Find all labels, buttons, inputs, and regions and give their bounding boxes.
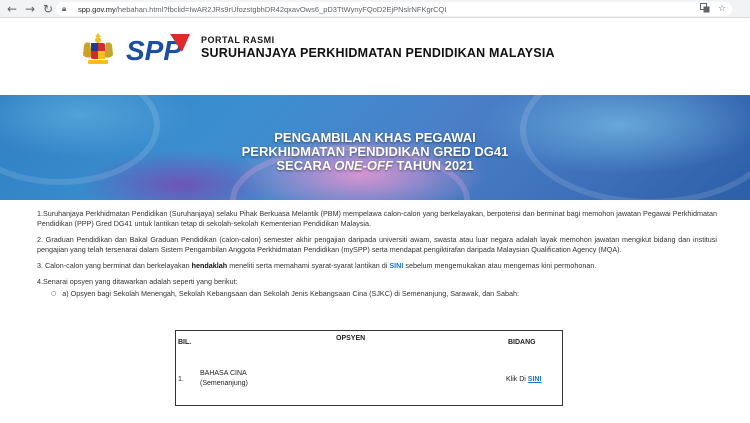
coat-of-arms-logo[interactable] (78, 31, 118, 67)
spp-logo[interactable]: SPP (124, 30, 194, 70)
address-bar[interactable]: 🔒︎ spp.gov.my/hebahan.html?fbclid=IwAR2J… (56, 2, 732, 16)
browser-toolbar: ← → ↻ 🔒︎ spp.gov.my/hebahan.html?fbclid=… (0, 0, 750, 18)
column-header-opsyen: OPSYEN (336, 335, 366, 342)
banner-line-3-emph: ONE-OFF (334, 158, 393, 173)
row-number: 1. (178, 376, 184, 383)
lock-icon[interactable]: 🔒︎ (62, 4, 74, 14)
star-icon[interactable]: ☆ (718, 4, 726, 14)
banner-line-3: SECARA ONE-OFF TAHUN 2021 (0, 159, 750, 173)
portal-label: PORTAL RASMI (201, 35, 275, 45)
column-header-bidang: BIDANG (508, 339, 536, 346)
banner-line-3-suffix: TAHUN 2021 (392, 158, 474, 173)
nav-buttons: ← → ↻ (0, 1, 56, 17)
p3-bold: hendaklah (191, 261, 228, 270)
row-bidang: Klik Di SINI (506, 376, 541, 383)
hero-banner: PENGAMBILAN KHAS PEGAWAI PERKHIDMATAN PE… (0, 95, 750, 200)
banner-line-2: PERKHIDMATAN PENDIDIKAN GRED DG41 (241, 144, 509, 159)
address-actions: ☆ (699, 2, 726, 16)
p3-text-a: 3. Calon-calon yang berminat dan berkela… (37, 261, 192, 270)
options-table: BIL. OPSYEN BIDANG 1. BAHASA CINA (Semen… (175, 330, 563, 406)
row-option-line-2: (Semenanjung) (200, 380, 248, 387)
bidang-link[interactable]: SINI (528, 376, 542, 383)
syarat-link[interactable]: SINI (389, 261, 403, 270)
url-path: /hebahan.html?fbclid=IwAR2JRs9rUfozstgbh… (115, 4, 447, 14)
announcement-content: 1.Suruhanjaya Perkhidmatan Pendidikan (S… (37, 209, 717, 299)
list-item: ○ a) Opsyen bagi Sekolah Menengah, Sekol… (37, 289, 717, 299)
forward-icon[interactable]: → (22, 1, 38, 17)
bullet-icon: ○ (51, 290, 57, 297)
row-option-name: BAHASA CINA (Semenanjung) (200, 369, 248, 389)
sub-item-a: a) Opsyen bagi Sekolah Menengah, Sekolah… (62, 289, 519, 298)
column-header-bil: BIL. (178, 339, 192, 346)
p3-text-c: sebelum mengemukakan atau mengemas kini … (403, 261, 597, 270)
url-text: spp.gov.my/hebahan.html?fbclid=IwAR2JRs9… (78, 5, 446, 14)
banner-title: PENGAMBILAN KHAS PEGAWAI PERKHIDMATAN PE… (0, 131, 750, 173)
paragraph-1: 1.Suruhanjaya Perkhidmatan Pendidikan (S… (37, 209, 717, 228)
row-option-line-1: BAHASA CINA (200, 370, 247, 377)
paragraph-2: 2. Graduan Pendidikan dan Bakal Graduan … (37, 235, 717, 254)
reload-icon[interactable]: ↻ (40, 1, 56, 17)
banner-line-1: PENGAMBILAN KHAS PEGAWAI (274, 130, 476, 145)
portal-name: SURUHANJAYA PERKHIDMATAN PENDIDIKAN MALA… (201, 46, 555, 60)
p3-text-b: meneliti serta memahami syarat-syarat la… (227, 261, 390, 270)
url-domain: spp.gov.my (78, 4, 116, 14)
paragraph-3: 3. Calon-calon yang berminat dan berkela… (37, 261, 717, 271)
translate-icon[interactable] (699, 2, 710, 16)
back-icon[interactable]: ← (4, 1, 20, 17)
paragraph-4: 4.Senarai opsyen yang ditawarkan adalah … (37, 277, 238, 286)
row-bidang-prefix: Klik Di (506, 376, 528, 383)
banner-line-3-prefix: SECARA (276, 158, 335, 173)
